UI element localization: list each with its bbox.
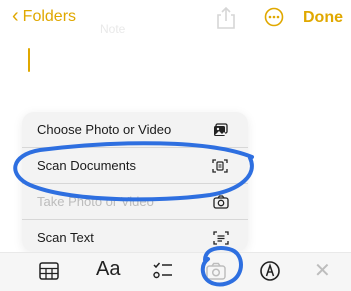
close-icon[interactable]: ✕	[314, 258, 336, 282]
camera-icon[interactable]	[205, 260, 227, 282]
faded-title: Note	[100, 22, 126, 36]
back-button[interactable]: ‹ Folders	[12, 5, 77, 27]
table-icon[interactable]	[38, 260, 60, 282]
text-cursor	[28, 48, 30, 72]
menu-item-label: Take Photo or Video	[37, 194, 154, 209]
chevron-left-icon: ‹	[12, 5, 19, 27]
attachment-menu: Choose Photo or Video Scan Documents Tak…	[22, 112, 248, 252]
checklist-icon[interactable]	[152, 260, 174, 282]
formatting-toolbar: Aa ✕	[0, 252, 351, 291]
menu-item-choose-photo[interactable]: Choose Photo or Video	[22, 112, 248, 147]
share-icon[interactable]	[215, 6, 237, 30]
menu-item-scan-text[interactable]: Scan Text	[22, 220, 248, 255]
menu-item-label: Scan Documents	[37, 158, 136, 173]
menu-item-label: Scan Text	[37, 230, 94, 245]
menu-item-scan-documents[interactable]: Scan Documents	[22, 148, 248, 183]
navigation-bar: ‹ Folders Note Done	[0, 0, 351, 36]
more-options-icon[interactable]	[264, 7, 284, 27]
format-text-icon: Aa	[96, 258, 121, 280]
photo-icon	[214, 122, 228, 136]
done-button[interactable]: Done	[303, 9, 343, 27]
camera-icon	[213, 194, 229, 209]
format-text-button[interactable]: Aa	[96, 258, 126, 280]
back-label: Folders	[22, 8, 77, 25]
menu-item-label: Choose Photo or Video	[37, 122, 172, 137]
scan-text-icon	[213, 230, 229, 245]
scan-document-icon	[212, 158, 228, 173]
menu-item-take-photo[interactable]: Take Photo or Video	[22, 184, 248, 219]
markup-icon[interactable]	[259, 260, 281, 282]
